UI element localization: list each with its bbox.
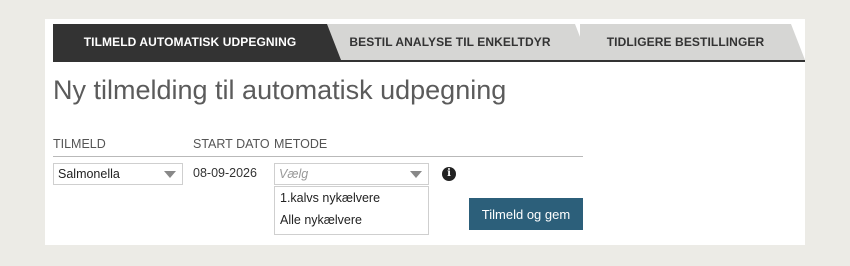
tab-tidligere-bestillinger[interactable]: TIDLIGERE BESTILLINGER (580, 24, 805, 60)
metode-placeholder: Vælg (279, 167, 309, 181)
tilmeld-og-gem-button[interactable]: Tilmeld og gem (469, 198, 583, 230)
dropdown-option[interactable]: 1.kalvs nykælvere (275, 187, 428, 209)
tab-label: BESTIL ANALYSE TIL ENKELTDYR (349, 35, 551, 49)
dropdown-option[interactable]: Alle nykælvere (275, 209, 428, 231)
header-start-dato: START DATO (193, 137, 270, 151)
tab-label: TILMELD AUTOMATISK UDPEGNING (83, 35, 297, 49)
metode-dropdown-list: 1.kalvs nykælvere Alle nykælvere (274, 186, 429, 235)
header-metode: METODE (274, 137, 328, 151)
form-divider (53, 156, 583, 157)
header-tilmeld: TILMELD (53, 137, 106, 151)
tab-bar: TIDLIGERE BESTILLINGER BESTIL ANALYSE TI… (53, 24, 805, 62)
tilmeld-select[interactable]: Salmonella (53, 163, 183, 185)
tab-tilmeld-automatisk-udpegning[interactable]: TILMELD AUTOMATISK UDPEGNING (53, 24, 341, 60)
tab-underline (53, 60, 805, 62)
main-panel: TIDLIGERE BESTILLINGER BESTIL ANALYSE TI… (45, 19, 805, 245)
info-icon[interactable]: i (442, 167, 456, 181)
chevron-down-icon (164, 171, 176, 178)
tab-bestil-analyse[interactable]: BESTIL ANALYSE TIL ENKELTDYR (325, 24, 589, 60)
metode-select[interactable]: Vælg (274, 163, 429, 185)
start-dato-value: 08-09-2026 (193, 166, 257, 180)
tilmeld-selected-value: Salmonella (58, 167, 120, 181)
chevron-down-icon (410, 171, 422, 178)
page-title: Ny tilmelding til automatisk udpegning (53, 75, 507, 105)
tab-label: TIDLIGERE BESTILLINGER (606, 35, 765, 49)
